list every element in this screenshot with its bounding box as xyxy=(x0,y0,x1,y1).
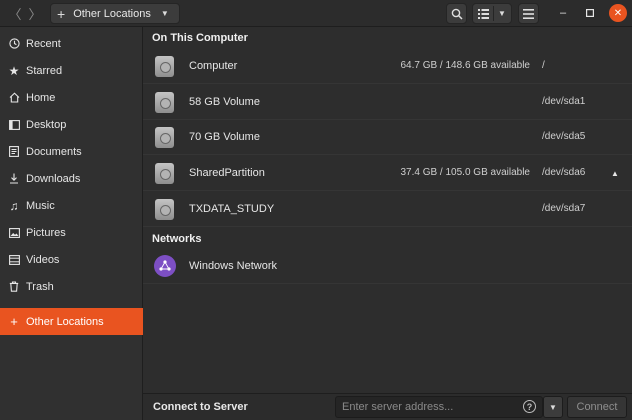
trash-icon xyxy=(8,281,20,293)
sidebar-item-starred[interactable]: ★ Starred xyxy=(0,57,143,84)
sidebar-item-label: Home xyxy=(26,91,56,104)
list-view-icon xyxy=(478,8,490,19)
sidebar-item-desktop[interactable]: Desktop xyxy=(0,111,143,138)
sidebar-item-label: Documents xyxy=(26,145,82,158)
picture-icon xyxy=(8,227,20,239)
drive-space: 64.7 GB / 148.6 GB available xyxy=(400,60,530,71)
drive-row-sharedpartition[interactable]: SharedPartition 37.4 GB / 105.0 GB avail… xyxy=(143,156,632,191)
sidebar-item-music[interactable]: ♫ Music xyxy=(0,192,143,219)
sidebar-item-label: Downloads xyxy=(26,172,81,185)
eject-icon[interactable]: ▲ xyxy=(606,164,624,182)
chevron-down-icon: ▼ xyxy=(549,402,557,412)
plus-icon: + xyxy=(10,314,18,329)
search-button[interactable] xyxy=(446,3,467,24)
location-path-button[interactable]: + Other Locations ▼ xyxy=(50,3,180,24)
sidebar-item-label: Pictures xyxy=(26,226,66,239)
locations-view: On This Computer Computer 64.7 GB / 148.… xyxy=(143,27,632,393)
forward-button[interactable]: 〉 xyxy=(25,3,45,24)
desktop-icon xyxy=(8,119,20,131)
drive-icon xyxy=(155,92,174,113)
connect-to-server-bar: Connect to Server ? ▼ Connect xyxy=(143,393,632,420)
sidebar-item-label: Desktop xyxy=(26,118,67,131)
drive-icon xyxy=(155,127,174,148)
minimize-button[interactable]: – xyxy=(554,4,572,22)
minimize-icon: – xyxy=(559,7,567,19)
drive-row-txdata-study[interactable]: TXDATA_STUDY /dev/sda7 xyxy=(143,192,632,227)
maximize-icon xyxy=(586,9,594,17)
sidebar-item-home[interactable]: Home xyxy=(0,84,143,111)
close-icon: ✕ xyxy=(613,7,623,19)
clock-icon xyxy=(8,38,20,50)
download-icon xyxy=(8,173,20,185)
view-options-button[interactable]: ▼ xyxy=(472,3,512,24)
hamburger-menu-icon xyxy=(523,8,534,19)
drive-name: SharedPartition xyxy=(189,167,265,179)
music-icon: ♫ xyxy=(9,198,19,213)
sidebar-item-trash[interactable]: Trash xyxy=(0,273,143,300)
sidebar-item-other-locations[interactable]: + Other Locations xyxy=(0,308,143,335)
chevron-down-icon[interactable]: ▼ xyxy=(498,9,506,18)
header-bar: 〈 〉 + Other Locations ▼ ▼ – ✕ xyxy=(0,0,632,27)
drive-icon xyxy=(155,163,174,184)
sidebar-item-label: Recent xyxy=(26,37,61,50)
network-icon xyxy=(154,255,176,277)
document-icon xyxy=(8,146,20,158)
sidebar-item-label: Music xyxy=(26,199,55,212)
sidebar-item-videos[interactable]: Videos xyxy=(0,246,143,273)
drive-device: /dev/sda6 xyxy=(542,167,586,178)
drive-row-58gb[interactable]: 58 GB Volume /dev/sda1 xyxy=(143,85,632,120)
drive-icon xyxy=(155,56,174,77)
network-name: Windows Network xyxy=(189,260,278,272)
back-button[interactable]: 〈 xyxy=(5,3,25,24)
drive-device: /dev/sda5 xyxy=(542,131,586,142)
drive-name: 58 GB Volume xyxy=(189,96,260,108)
main-menu-button[interactable] xyxy=(518,3,539,24)
drive-device: / xyxy=(542,60,545,71)
home-icon xyxy=(8,92,20,104)
path-label: Other Locations xyxy=(73,7,151,20)
network-row-windows[interactable]: Windows Network xyxy=(143,249,632,284)
drive-name: 70 GB Volume xyxy=(189,131,260,143)
drive-row-70gb[interactable]: 70 GB Volume /dev/sda5 xyxy=(143,120,632,155)
sidebar-item-label: Trash xyxy=(26,280,54,293)
connect-to-server-label: Connect to Server xyxy=(153,401,248,413)
help-icon[interactable]: ? xyxy=(523,400,536,413)
sidebar-item-downloads[interactable]: Downloads xyxy=(0,165,143,192)
drive-icon xyxy=(155,199,174,220)
chevron-right-icon: 〉 xyxy=(28,7,42,22)
drive-device: /dev/sda7 xyxy=(542,203,586,214)
sidebar-item-label: Videos xyxy=(26,253,60,266)
close-button[interactable]: ✕ xyxy=(609,4,627,22)
drive-name: TXDATA_STUDY xyxy=(189,203,275,215)
recent-servers-dropdown[interactable]: ▼ xyxy=(543,396,563,418)
view-button-separator xyxy=(493,6,495,21)
section-header-networks: Networks xyxy=(152,233,202,245)
plus-icon: + xyxy=(57,5,66,22)
drive-name: Computer xyxy=(189,60,238,72)
search-icon xyxy=(451,8,463,20)
drive-space: 37.4 GB / 105.0 GB available xyxy=(400,167,530,178)
section-header-on-this-computer: On This Computer xyxy=(152,32,248,44)
chevron-left-icon: 〈 xyxy=(8,7,22,22)
drive-row-computer[interactable]: Computer 64.7 GB / 148.6 GB available / xyxy=(143,49,632,84)
sidebar: Recent ★ Starred Home Desktop Documents … xyxy=(0,27,143,420)
connect-button[interactable]: Connect xyxy=(567,396,627,418)
sidebar-item-label: Starred xyxy=(26,64,63,77)
video-icon xyxy=(8,254,20,266)
sidebar-item-pictures[interactable]: Pictures xyxy=(0,219,143,246)
chevron-down-icon: ▼ xyxy=(160,9,169,18)
drive-device: /dev/sda1 xyxy=(542,96,586,107)
server-address-input[interactable] xyxy=(335,396,543,418)
sidebar-item-documents[interactable]: Documents xyxy=(0,138,143,165)
sidebar-item-recent[interactable]: Recent xyxy=(0,30,143,57)
star-icon: ★ xyxy=(8,63,20,78)
maximize-button[interactable] xyxy=(581,4,599,22)
sidebar-item-label: Other Locations xyxy=(26,315,104,328)
